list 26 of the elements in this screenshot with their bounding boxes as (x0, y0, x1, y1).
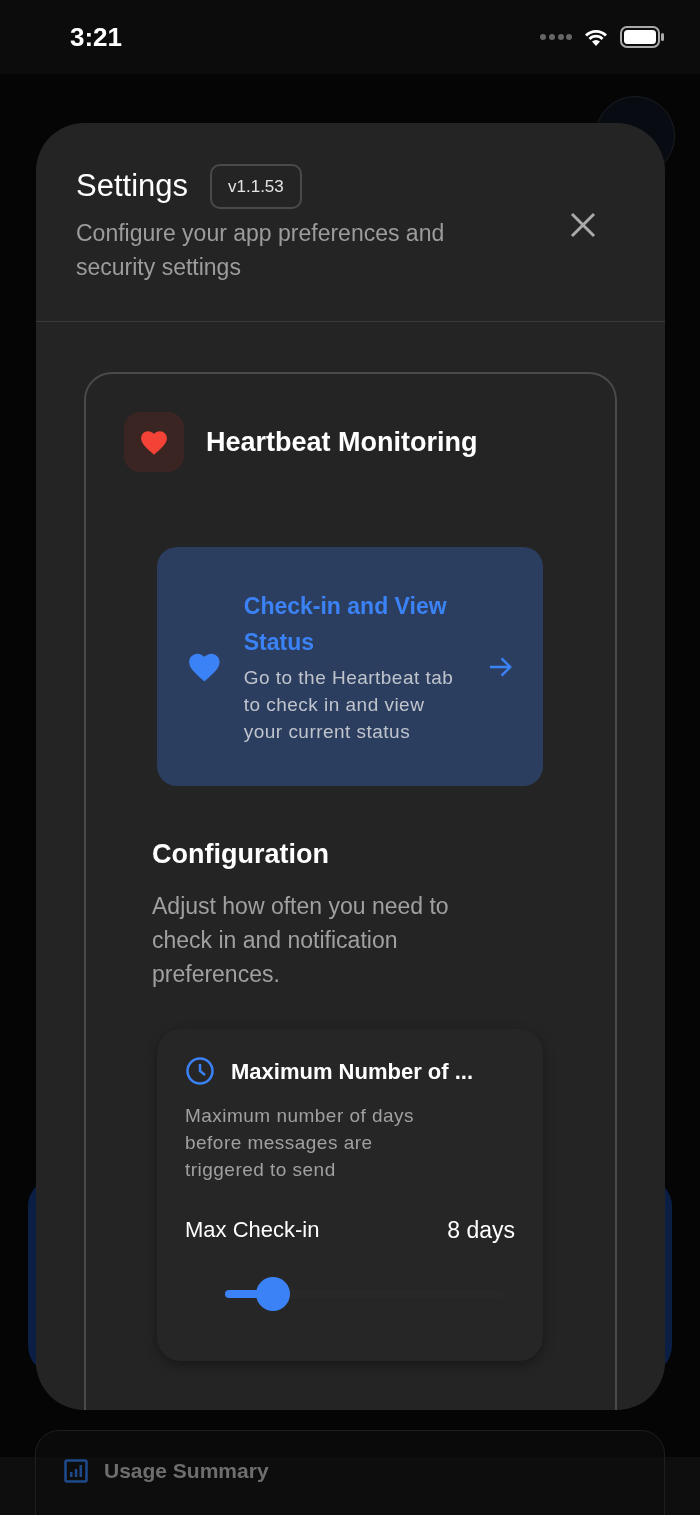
arrow-right-icon (487, 655, 513, 678)
version-tag: v1.1.53 (210, 163, 302, 209)
dialog-title: Settings (76, 167, 188, 205)
close-button[interactable] (569, 211, 597, 239)
close-icon (569, 211, 597, 239)
heart-icon (139, 428, 169, 456)
slider-thumb[interactable] (255, 1277, 290, 1311)
setting-value: 8 days (447, 1215, 515, 1245)
configuration-description: Adjust how often you need to check in and notification preferences. (152, 891, 450, 989)
clock-icon (185, 1056, 215, 1086)
setting-label: Max Check-in (185, 1215, 320, 1244)
heartbeat-link-card[interactable]: Check-in and View Status Go to the Heartbeat tab to check in and view your current status (157, 547, 543, 786)
link-card-description: Go to the Heartbeat tab to check in and view your current status (243, 666, 454, 744)
usage-summary-title: Usage Summary (104, 1459, 269, 1483)
setting-description: Maximum number of days before messages are triggered to send (185, 1103, 416, 1182)
dialog-subtitle: Configure your app preferences and security settings (76, 218, 446, 282)
link-card-title: Check-in and View Status (243, 592, 448, 657)
signal-icon (540, 33, 572, 41)
usage-summary-card[interactable]: Usage Summary (35, 1430, 665, 1515)
status-time: 3:21 (70, 20, 123, 54)
configuration-title: Configuration (152, 838, 330, 871)
setting-title: Maximum Number of ... (231, 1057, 474, 1086)
wifi-icon (584, 28, 608, 46)
section-title: Heartbeat Monitoring (206, 425, 478, 459)
bar-chart-icon (64, 1459, 88, 1483)
battery-icon (620, 26, 664, 48)
